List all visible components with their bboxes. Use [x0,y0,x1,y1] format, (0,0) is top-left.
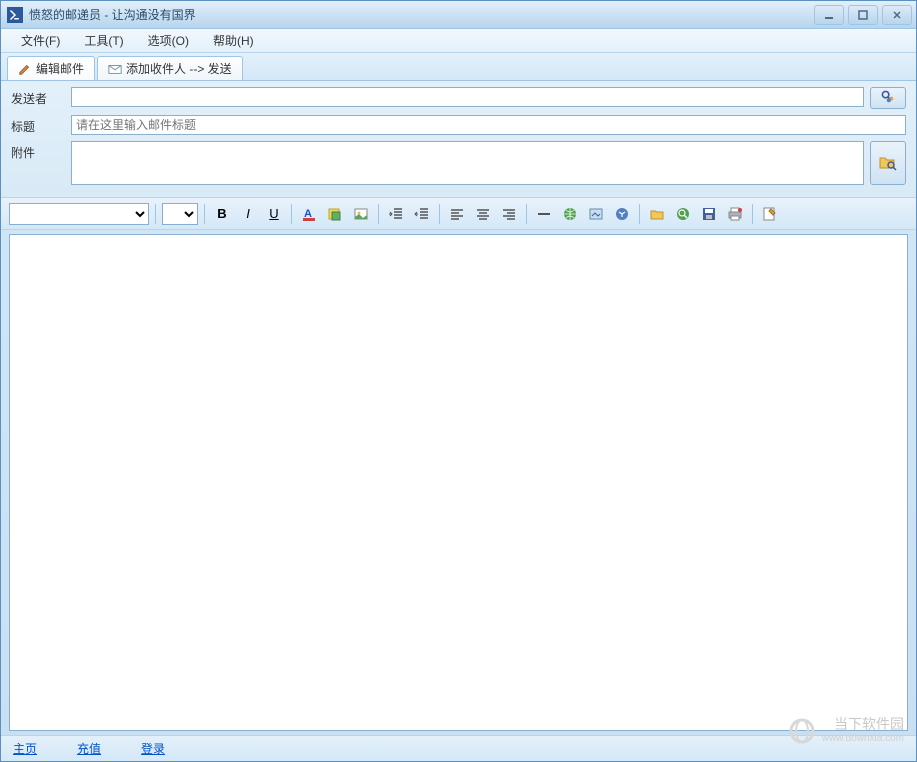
sender-label: 发送者 [11,87,71,107]
toolbar-separator [752,204,753,224]
maximize-button[interactable] [848,5,878,25]
editor-body[interactable] [9,234,908,731]
tab-edit-mail[interactable]: 编辑邮件 [7,56,95,80]
sender-row: 发送者 [11,87,906,109]
toolbar-separator [639,204,640,224]
bold-button[interactable]: B [211,203,233,225]
italic-button[interactable]: I [237,203,259,225]
window-title: 愤怒的邮递员 - 让沟通没有国界 [29,6,196,23]
insert-picture-button[interactable] [585,203,607,225]
insert-symbol-button[interactable] [611,203,633,225]
horizontal-rule-button[interactable] [533,203,555,225]
folder-search-icon [878,152,898,175]
window-controls [814,5,916,25]
font-color-button[interactable]: A [298,203,320,225]
open-button[interactable] [646,203,668,225]
toolbar-separator [204,204,205,224]
close-button[interactable] [882,5,912,25]
menu-file[interactable]: 文件(F) [9,28,72,53]
toolbar-separator [155,204,156,224]
edit-source-button[interactable] [759,203,781,225]
sender-input[interactable] [71,87,864,107]
menu-options[interactable]: 选项(O) [136,28,201,53]
menu-help[interactable]: 帮助(H) [201,28,266,53]
tab-edit-label: 编辑邮件 [36,60,84,77]
app-icon [7,7,23,23]
toolbar-separator [526,204,527,224]
preview-button[interactable] [672,203,694,225]
status-recharge-link[interactable]: 充值 [77,740,101,757]
tab-send-label: 添加收件人 --> 发送 [126,60,232,77]
menubar: 文件(F) 工具(T) 选项(O) 帮助(H) [1,29,916,53]
save-button[interactable] [698,203,720,225]
toolbar-separator [378,204,379,224]
search-people-icon [878,89,898,108]
subject-input[interactable] [71,115,906,135]
print-button[interactable] [724,203,746,225]
subject-row: 标题 [11,115,906,135]
insert-image-button[interactable] [350,203,372,225]
envelope-icon [108,62,122,76]
status-login-link[interactable]: 登录 [141,740,165,757]
statusbar: 主页 充值 登录 [1,735,916,761]
insert-link-button[interactable] [559,203,581,225]
attachment-label: 附件 [11,141,71,161]
font-family-select[interactable] [9,203,149,225]
sender-browse-button[interactable] [870,87,906,109]
outdent-button[interactable] [385,203,407,225]
attachment-browse-button[interactable] [870,141,906,185]
subject-label: 标题 [11,115,71,135]
menu-tools[interactable]: 工具(T) [72,28,135,53]
align-left-button[interactable] [446,203,468,225]
highlight-button[interactable] [324,203,346,225]
editor-toolbar: B I U A [1,198,916,230]
tab-add-recipients[interactable]: 添加收件人 --> 发送 [97,56,243,80]
app-window: 愤怒的邮递员 - 让沟通没有国界 文件(F) 工具(T) 选项(O) 帮助(H)… [0,0,917,762]
align-right-button[interactable] [498,203,520,225]
status-home-link[interactable]: 主页 [13,740,37,757]
toolbar-separator [291,204,292,224]
attachment-input[interactable] [71,141,864,185]
align-center-button[interactable] [472,203,494,225]
edit-icon [18,62,32,76]
compose-form: 发送者 标题 附件 [1,81,916,198]
minimize-button[interactable] [814,5,844,25]
font-color-select[interactable] [162,203,198,225]
tabbar: 编辑邮件 添加收件人 --> 发送 [1,53,916,81]
titlebar: 愤怒的邮递员 - 让沟通没有国界 [1,1,916,29]
underline-button[interactable]: U [263,203,285,225]
indent-button[interactable] [411,203,433,225]
attachment-row: 附件 [11,141,906,185]
toolbar-separator [439,204,440,224]
